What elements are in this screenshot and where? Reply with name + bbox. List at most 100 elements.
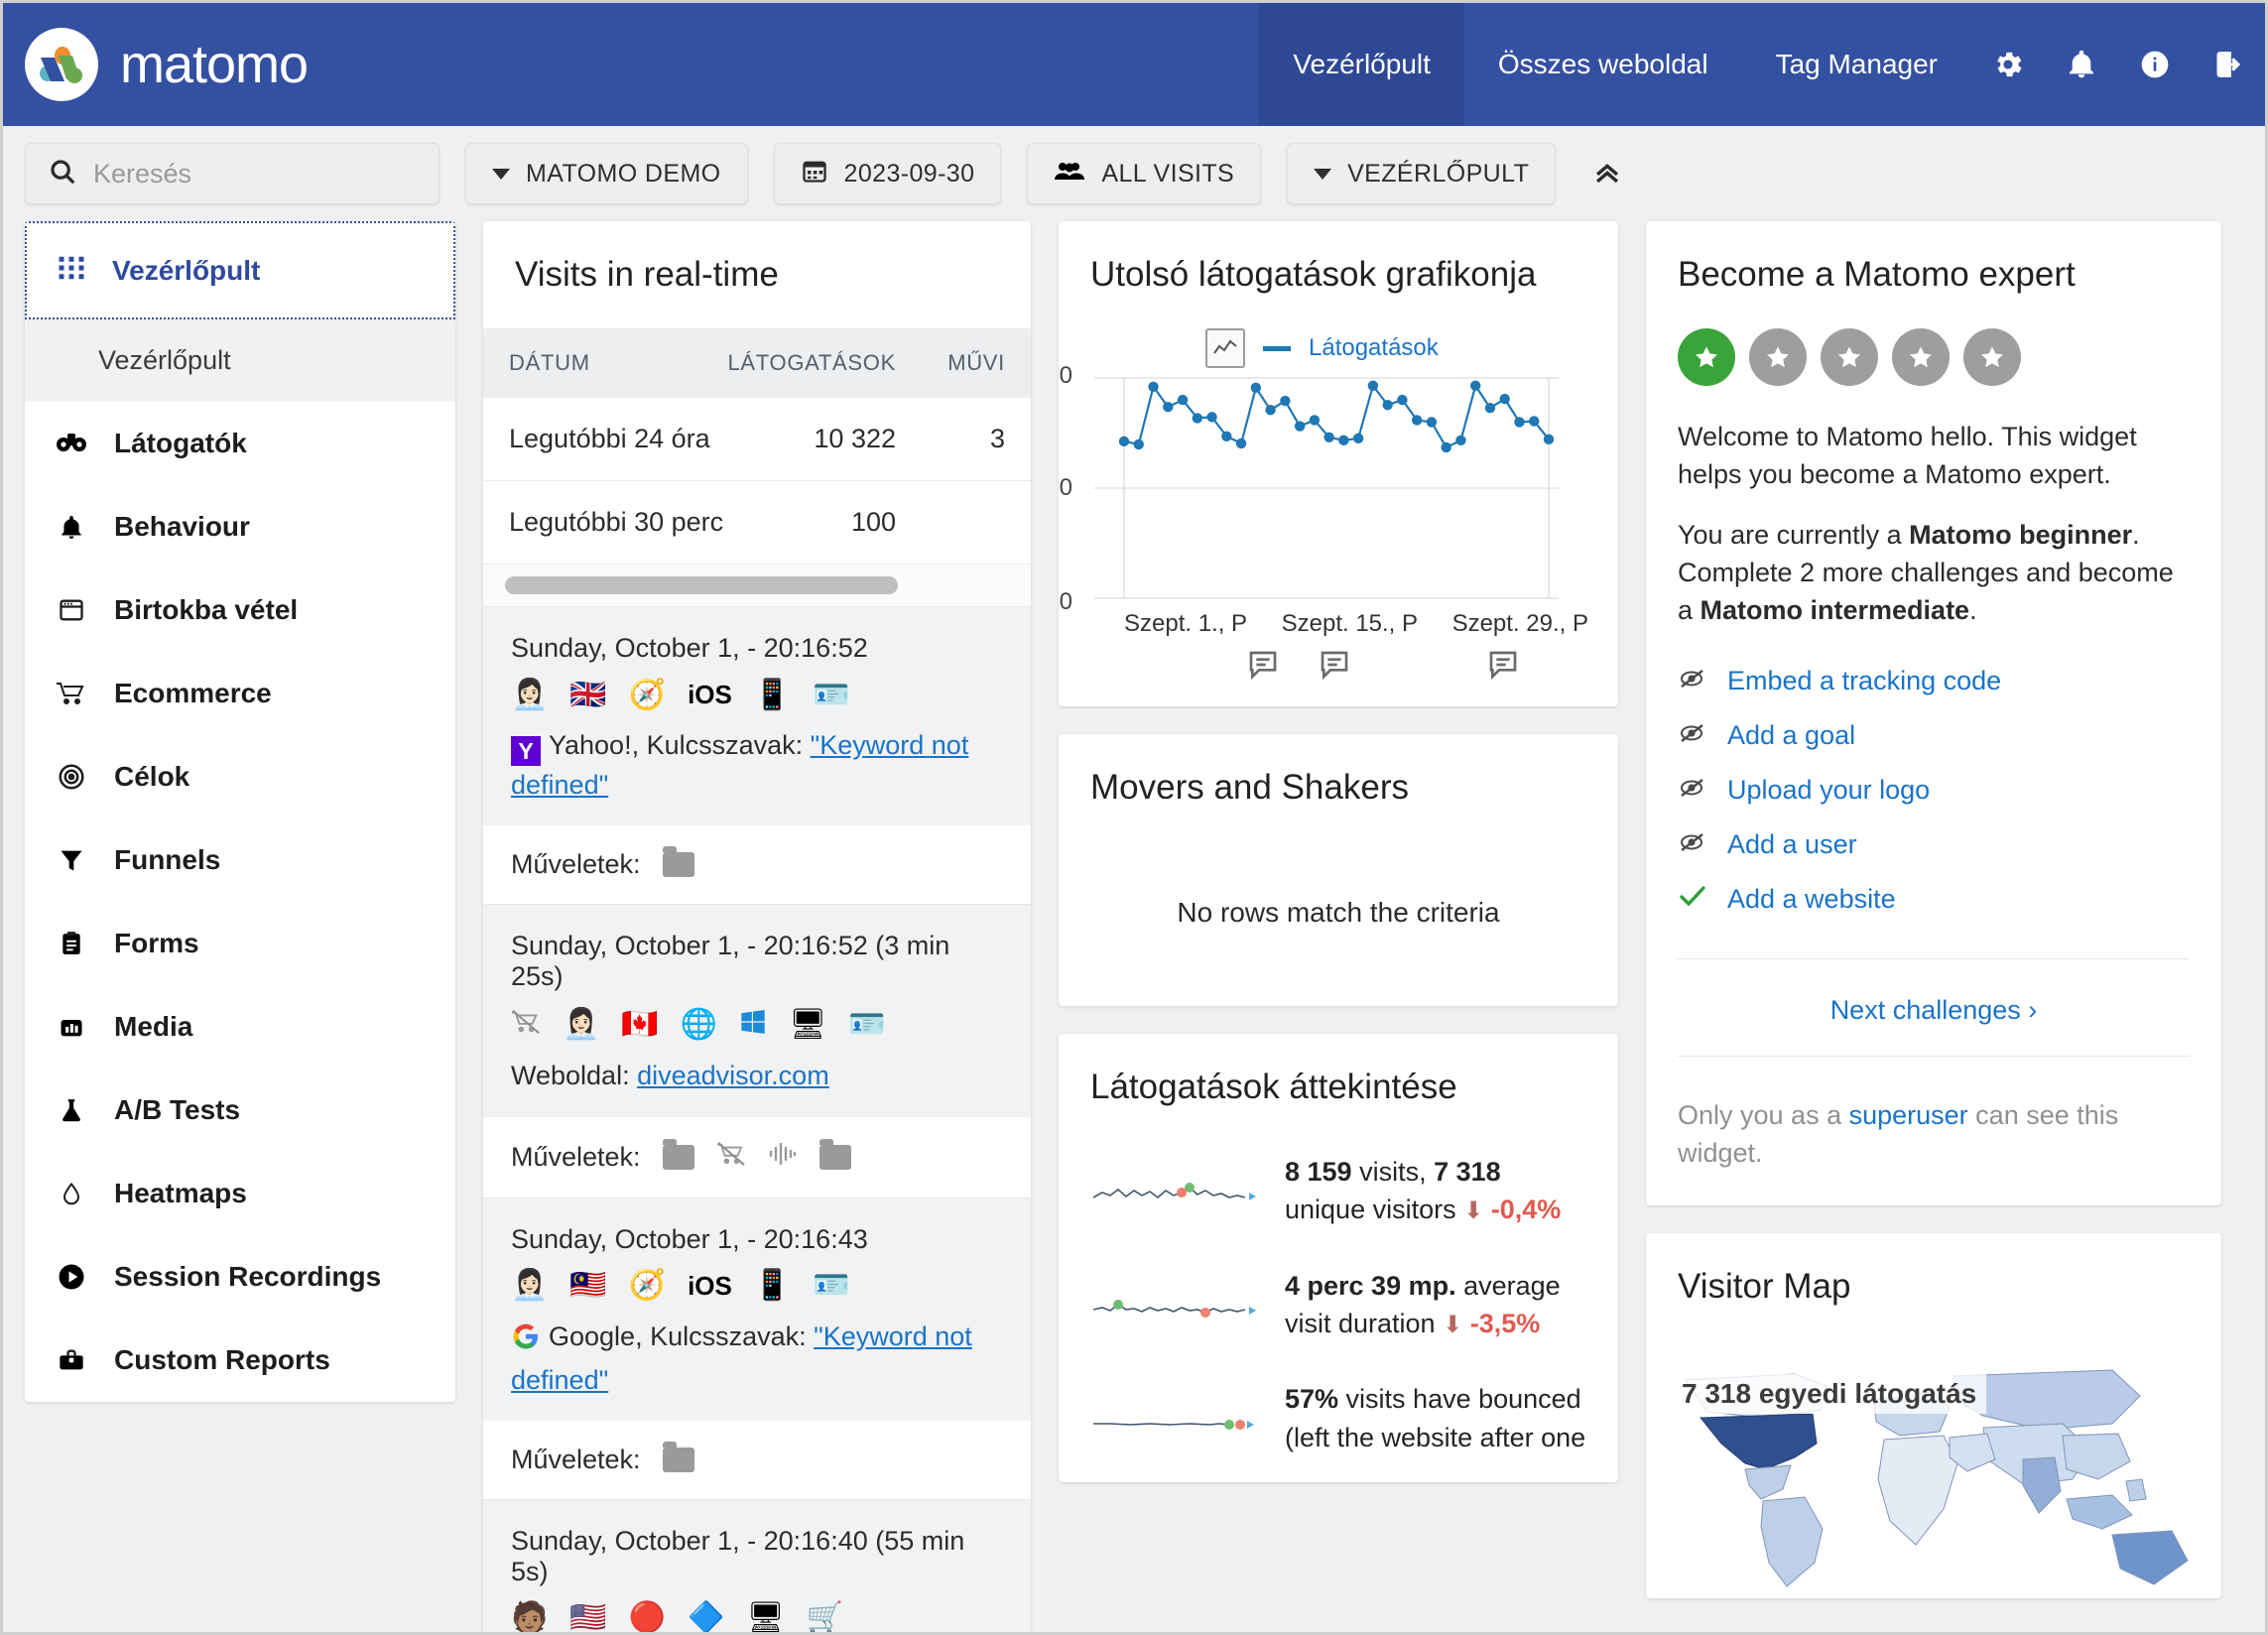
profile-icon: 🪪 [813,678,850,711]
bell-icon[interactable] [2045,3,2118,126]
flag-ca-icon: 🇨🇦 [621,1007,659,1041]
mobile-icon: 📱 [753,678,792,711]
star-icon-2 [1749,328,1807,386]
scrollbar-thumb[interactable] [505,576,899,594]
folder-icon[interactable] [819,1138,851,1170]
column-header-actions: MŰVI [947,350,1005,375]
sidebar-item-ab-tests[interactable]: A/B Tests [25,1069,455,1152]
overview-duration-delta: -3,5% [1469,1308,1541,1338]
topnav-tag-manager[interactable]: Tag Manager [1742,3,1971,126]
sidebar-item-goals[interactable]: Célok [25,735,455,818]
star-icon-3 [1821,328,1878,386]
challenge-item[interactable]: Embed a tracking code [1678,654,2190,708]
list-item[interactable]: Sunday, October 1, - 20:16:52 (3 min 25s… [483,905,1031,1117]
overview-title: Látogatások áttekintése [1090,1068,1457,1106]
challenge-item[interactable]: Add a user [1678,818,2190,872]
challenge-link[interactable]: Add a user [1727,829,1857,860]
actions-label: Műveletek: [511,1445,641,1475]
sidebar-item-acquisition[interactable]: Birtokba vétel [25,568,455,652]
folder-icon[interactable] [662,1442,694,1473]
target-icon [55,762,88,792]
collapse-toolbar-button[interactable] [1581,148,1633,199]
date-selector-button[interactable]: 2023-09-30 [773,143,1002,204]
challenge-link[interactable]: Add a website [1727,884,1896,915]
waveform-icon[interactable] [768,1141,798,1174]
chart-x-axis-labels: Szept. 1., P Szept. 15., P Szept. 29., P [1088,610,1588,638]
check-icon [1678,884,1707,915]
topnav-all-websites[interactable]: Összes weboldal [1464,3,1742,126]
legend-label[interactable]: Látogatások [1309,334,1439,362]
list-item[interactable]: Sunday, October 1, - 20:16:40 (55 min 5s… [483,1500,1031,1632]
sidebar-item-forms-label: Forms [114,928,199,958]
sparkline-visits [1092,1183,1256,1200]
visitor-icon: 👩🏻‍💼 [511,678,549,711]
briefcase-icon [55,1346,88,1374]
next-challenges-link[interactable]: Next challenges › [1646,981,2221,1034]
sidebar-item-custom-reports[interactable]: Custom Reports [25,1319,455,1402]
visitor-map-widget: Visitor Map 7 318 egyedi látogatás [1646,1233,2221,1599]
sidebar-item-visitors[interactable]: Látogatók [25,402,455,485]
challenge-item[interactable]: Upload your logo [1678,763,2190,818]
referrer-website-link[interactable]: diveadvisor.com [637,1061,829,1090]
sidebar-item-media[interactable]: Media [25,985,455,1069]
superuser-link[interactable]: superuser [1849,1100,1968,1130]
sidebar-item-dashboard[interactable]: Vezérlőpult [25,221,455,319]
sidebar-item-forms[interactable]: Forms [25,902,455,985]
visits-overview-widget: Látogatások áttekintése 8 159 visits, 7 … [1059,1034,1618,1482]
row-actions: 3 [989,424,1005,453]
row-actions [896,507,1005,538]
table-row[interactable]: Legutóbbi 30 perc 100 [483,481,1031,565]
list-item[interactable]: Sunday, October 1, - 20:16:43 👩🏻‍💼 🇲🇾 🧭 … [483,1197,1031,1422]
sidebar-item-heatmaps-label: Heatmaps [114,1178,247,1208]
search-input[interactable] [93,158,417,189]
chart-type-icon[interactable] [1205,328,1245,368]
site-selector-button[interactable]: MATOMO DEMO [465,143,748,204]
annotation-icon[interactable] [1319,650,1350,685]
annotation-icon[interactable] [1487,650,1519,685]
challenge-link[interactable]: Add a goal [1727,720,1855,751]
challenge-item[interactable]: Add a website [1678,872,2190,927]
realtime-column: Visits in real-time DÁTUM LÁTOGATÁSOK MŰ… [483,221,1031,1632]
no-cart-icon[interactable] [716,1141,746,1173]
chart-body: Látogatások 10 880 5 440 0 Szept. 1., P … [1059,328,1618,706]
overview-row: 57% visits have bounced (left the websit… [1059,1368,1618,1482]
folder-icon[interactable] [662,1138,694,1170]
visit-timestamp: Sunday, October 1, - 20:16:52 [511,633,868,663]
page-selector-button[interactable]: VEZÉRLŐPULT [1287,143,1557,204]
y-tick-label-min: 0 [1059,588,1072,615]
sidebar-item-ecommerce[interactable]: Ecommerce [25,652,455,735]
row-date: Legutóbbi 30 perc [509,507,724,537]
eye-slash-icon [1678,775,1707,806]
challenge-link[interactable]: Upload your logo [1727,775,1930,806]
chevron-down-icon [1314,168,1332,180]
star-icon-1 [1678,328,1735,386]
sidebar-item-session-recordings[interactable]: Session Recordings [25,1235,455,1319]
challenge-link[interactable]: Embed a tracking code [1727,666,2001,696]
logout-icon[interactable] [2192,3,2265,126]
eye-slash-icon [1678,720,1707,751]
brand-logo[interactable]: matomo [3,3,309,126]
chevron-double-up-icon [1590,155,1624,193]
world-map[interactable]: 7 318 egyedi látogatás [1646,1340,2221,1598]
table-row[interactable]: Legutóbbi 24 óra 10 322 3 [483,398,1031,481]
sidebar-item-funnels[interactable]: Funnels [25,818,455,902]
segment-selector-button[interactable]: ALL VISITS [1027,143,1262,204]
info-icon[interactable] [2118,3,2192,126]
annotation-icon[interactable] [1247,650,1279,685]
sidebar-item-heatmaps[interactable]: Heatmaps [25,1152,455,1235]
expert-progress-stars [1646,328,2221,396]
overview-text: 4 perc 39 mp. average visit duration ⬇ -… [1285,1267,1586,1343]
list-item[interactable]: Sunday, October 1, - 20:16:52 👩🏻‍💼 🇬🇧 🧭 … [483,607,1031,826]
search-box[interactable] [25,143,440,204]
windows-icon [739,1008,767,1041]
folder-icon[interactable] [662,846,694,878]
ios-label: iOS [688,680,732,709]
challenge-item[interactable]: Add a goal [1678,708,2190,763]
sidebar-item-behaviour[interactable]: Behaviour [25,485,455,568]
topnav-dashboard[interactable]: Vezérlőpult [1259,3,1464,126]
gear-icon[interactable] [1971,3,2045,126]
expert-status-text: You are currently a Matomo beginner. Com… [1646,494,2221,630]
window-icon [55,596,88,624]
sidebar-subitem-dashboard[interactable]: Vezérlőpult [25,319,455,402]
horizontal-scrollbar[interactable] [483,565,1031,607]
